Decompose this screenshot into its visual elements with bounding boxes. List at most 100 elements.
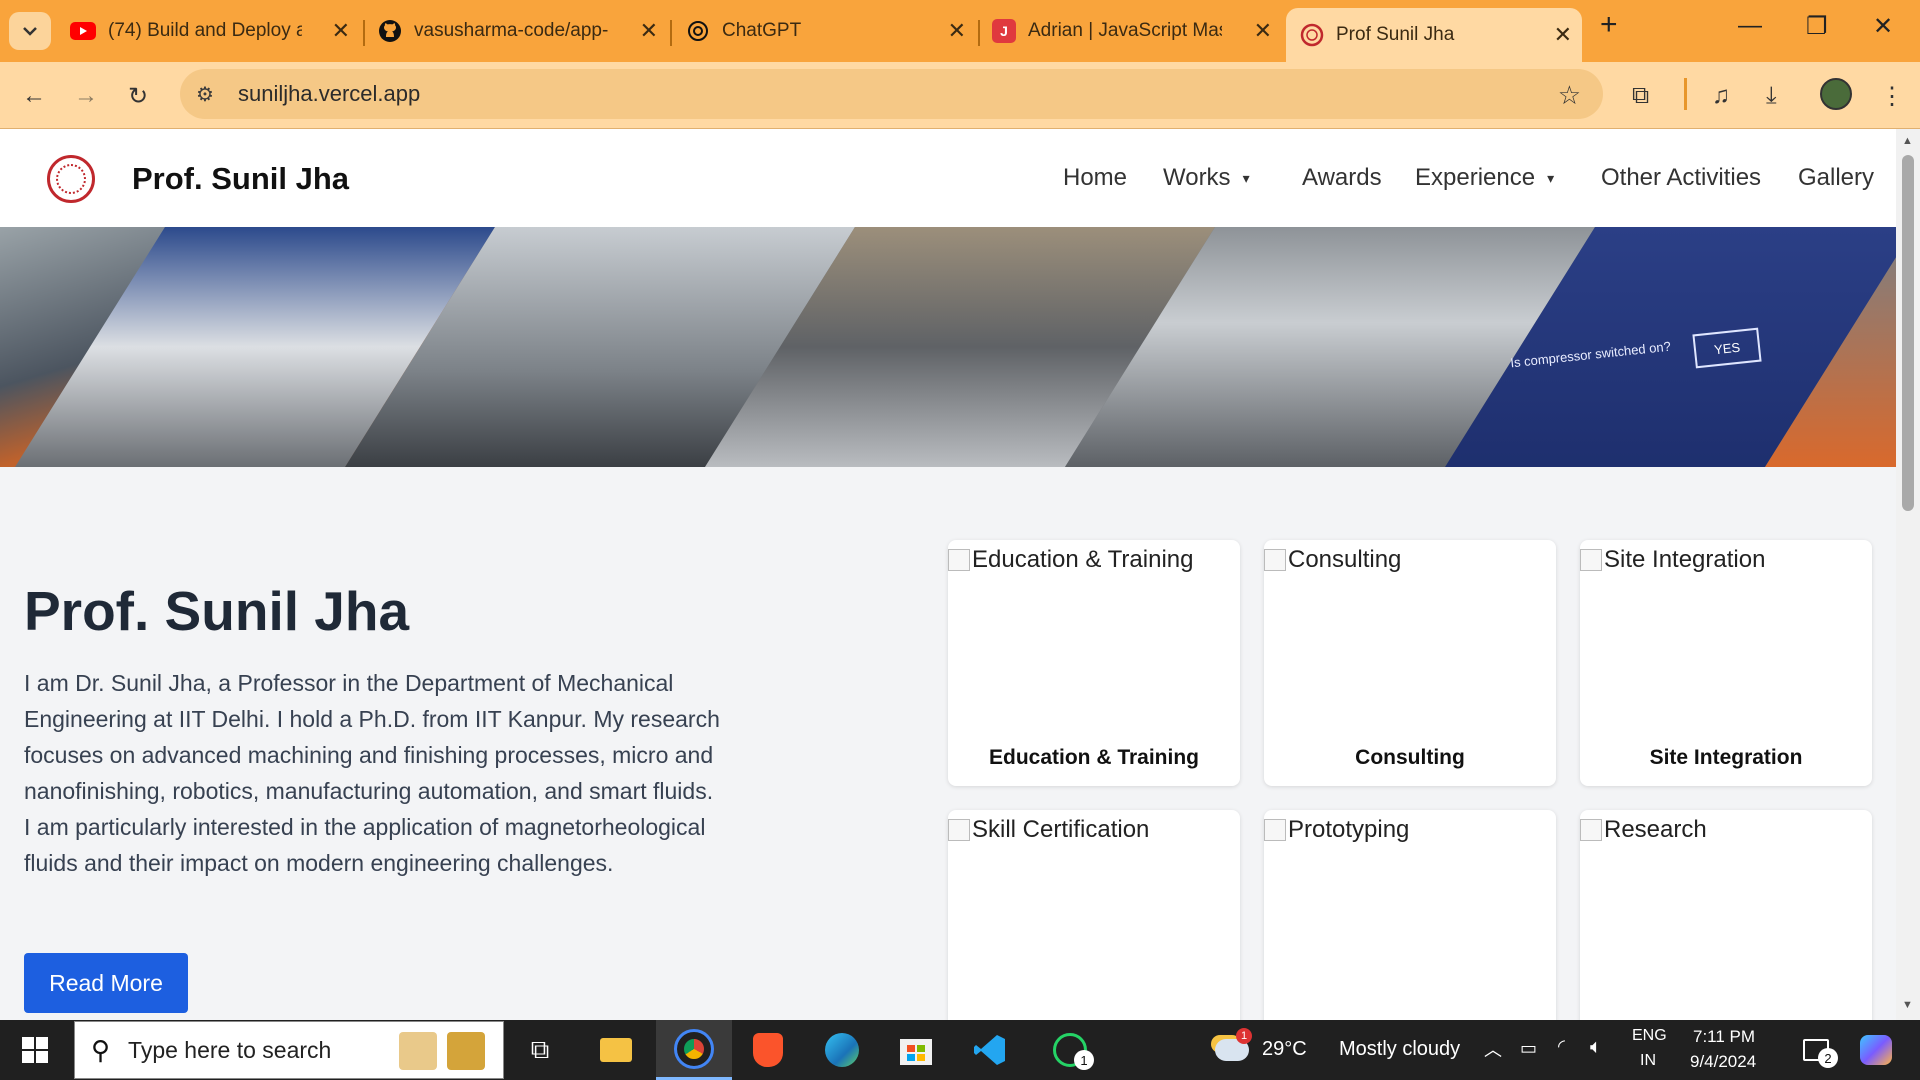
image-alt-text: Prototyping [1288,816,1410,843]
service-card[interactable]: Prototyping [1264,810,1556,1020]
tab-prof-sunil-jha[interactable]: Prof Sunil Jha ✕ [1286,8,1582,62]
service-card[interactable]: Education & Training Education & Trainin… [948,540,1240,786]
media-controls-icon[interactable]: ♫ [1712,82,1730,110]
tab-youtube[interactable]: (74) Build and Deploy an ✕ [70,10,360,52]
broken-image: Site Integration [1580,546,1765,574]
page-scrollbar[interactable]: ▲ ▼ [1896,129,1920,1020]
read-more-button[interactable]: Read More [24,953,188,1013]
site-brand[interactable]: Prof. Sunil Jha [132,161,349,197]
image-alt-text: Education & Training [972,546,1194,573]
web-page: Prof. Sunil Jha Home Works ▾ Awards Exper… [0,129,1896,1020]
close-tab-icon[interactable]: ✕ [332,18,350,44]
site-navbar: Prof. Sunil Jha Home Works ▾ Awards Exper… [0,129,1896,227]
nav-awards[interactable]: Awards [1302,164,1382,192]
url-text[interactable]: suniljha.vercel.app [238,81,420,107]
brave-icon[interactable] [744,1020,792,1080]
new-tab-button[interactable]: + [1600,8,1618,42]
tab-separator [670,20,672,46]
download-icon[interactable]: ⤓ [1766,82,1777,110]
tab-chatgpt[interactable]: ChatGPT ✕ [686,10,976,52]
close-tab-icon[interactable]: ✕ [1554,22,1572,48]
service-card[interactable]: Site Integration Site Integration [1580,540,1872,786]
copilot-icon[interactable] [1852,1020,1900,1080]
nav-label: Home [1063,164,1128,191]
scroll-up-icon[interactable]: ▲ [1902,135,1913,147]
notification-center-icon[interactable]: 2 [1794,1020,1838,1080]
close-tab-icon[interactable]: ✕ [948,18,966,44]
nav-home[interactable]: Home [1063,164,1127,192]
tab-separator [363,20,365,46]
edge-icon[interactable] [818,1020,866,1080]
chrome-taskbar-icon[interactable] [656,1020,732,1080]
wifi-icon[interactable]: ◜ [1558,1036,1565,1057]
about-text: I am Dr. Sunil Jha, a Professor in the D… [24,670,720,876]
address-bar[interactable]: ⚙ suniljha.vercel.app ☆ [180,69,1603,119]
tab-github[interactable]: vasusharma-code/app-ca ✕ [378,10,668,52]
whatsapp-icon[interactable]: 1 [1040,1020,1100,1080]
image-alt-text: Site Integration [1604,546,1766,573]
broken-image-icon [1264,819,1286,841]
task-view-icon[interactable]: ⧉ [516,1020,564,1080]
chevron-down-icon [23,27,37,36]
broken-image: Skill Certification [948,816,1149,844]
weather-icon[interactable]: 1 [1210,1020,1254,1080]
nav-other-activities[interactable]: Other Activities [1601,164,1761,192]
restore-button[interactable]: ❐ [1806,12,1828,41]
scrollbar-thumb[interactable] [1902,155,1914,511]
language-line1[interactable]: ENG [1632,1027,1667,1045]
site-info-icon[interactable]: ⚙ [196,82,228,107]
service-card[interactable]: Consulting Consulting [1264,540,1556,786]
service-card[interactable]: Research [1580,810,1872,1020]
broken-image: Consulting [1264,546,1401,574]
clock-date[interactable]: 9/4/2024 [1690,1052,1756,1072]
tab-strip: (74) Build and Deploy an ✕ vasusharma-co… [0,0,1920,62]
card-caption: Site Integration [1649,746,1803,769]
close-tab-icon[interactable]: ✕ [640,18,658,44]
volume-icon[interactable]: 🔈︎ [1590,1036,1602,1059]
file-explorer-icon[interactable] [592,1020,640,1080]
forward-icon[interactable]: → [74,82,98,110]
taskbar-search-box[interactable]: ⚲ Type here to search [74,1021,504,1079]
nav-gallery[interactable]: Gallery [1798,164,1874,192]
service-card[interactable]: Skill Certification [948,810,1240,1020]
windows-logo-icon [22,1037,48,1063]
jsmastery-icon: J [992,19,1016,43]
windows-taskbar: ⚲ Type here to search ⧉ 1 1 29°C Mostly … [0,1020,1920,1080]
back-icon[interactable]: ← [22,82,46,110]
scroll-down-icon[interactable]: ▼ [1902,999,1913,1011]
vscode-icon[interactable] [966,1020,1014,1080]
tab-title: (74) Build and Deploy an [108,20,302,41]
nav-label: Works [1163,164,1231,191]
nav-label: Other Activities [1601,164,1762,191]
hero-overlay-button: YES [1692,327,1762,369]
extensions-icon[interactable]: ⧉ [1632,82,1649,110]
weather-desc[interactable]: Mostly cloudy [1339,1038,1460,1061]
tab-search-button[interactable] [9,12,51,50]
close-window-button[interactable]: ✕ [1873,12,1893,41]
broken-image-icon [948,819,970,841]
bookmark-star-icon[interactable]: ☆ [1558,80,1581,111]
nav-label: Experience [1415,164,1536,191]
menu-kebab-icon[interactable]: ⋮ [1880,82,1904,111]
profile-avatar[interactable] [1820,78,1852,110]
microsoft-store-icon[interactable] [892,1020,940,1080]
notification-badge: 2 [1818,1048,1838,1068]
show-hidden-icons-chevron-up-icon[interactable]: ︿ [1484,1036,1502,1062]
nav-experience[interactable]: Experience ▾ [1415,164,1554,192]
iitd-logo-icon [1300,23,1324,47]
iitd-logo[interactable] [47,155,95,203]
tab-title: vasusharma-code/app-ca [414,20,608,41]
nav-works[interactable]: Works ▾ [1163,164,1250,192]
weather-temp[interactable]: 29°C [1262,1038,1307,1061]
search-icon: ⚲ [91,1034,111,1065]
minimize-button[interactable]: — [1738,12,1762,40]
reload-icon[interactable]: ↻ [128,82,148,111]
battery-icon[interactable]: ▭ [1520,1038,1537,1059]
start-button[interactable] [0,1020,70,1080]
broken-image: Prototyping [1264,816,1409,844]
language-line2[interactable]: IN [1640,1052,1656,1070]
clock-time[interactable]: 7:11 PM [1693,1027,1755,1047]
tab-jsmastery[interactable]: J Adrian | JavaScript Maste ✕ [992,10,1282,52]
tab-separator [978,20,980,46]
close-tab-icon[interactable]: ✕ [1254,18,1272,44]
